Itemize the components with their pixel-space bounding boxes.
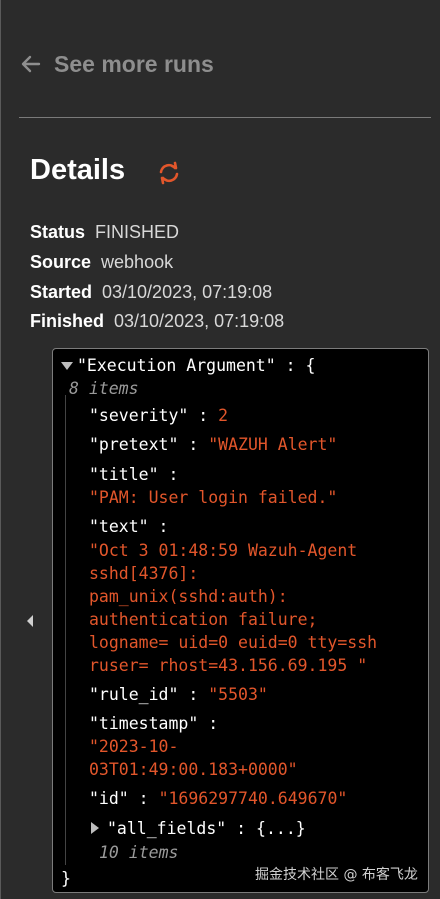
arrow-left-icon — [20, 53, 42, 75]
started-key: Started — [30, 282, 93, 302]
json-value-text-line: sshd[4376]: — [89, 564, 199, 583]
json-collapsed-value: {...} — [256, 819, 306, 838]
json-entry-all-fields[interactable]: "all_fields" : {...} — [107, 819, 306, 838]
source-value: webhook — [101, 252, 174, 272]
json-entry-rule-id: "rule_id" : "5503" — [89, 685, 268, 704]
json-entry-severity: "severity" : 2 — [89, 406, 229, 425]
refresh-icon[interactable] — [156, 160, 182, 186]
status-row: Status FINISHED — [30, 222, 179, 243]
finished-row: Finished 03/10/2023, 07:19:08 — [30, 311, 284, 332]
json-key: "rule_id" — [89, 685, 179, 704]
json-root-count: 8 items — [69, 379, 139, 398]
started-row: Started 03/10/2023, 07:19:08 — [30, 282, 272, 303]
json-key: "severity" — [89, 406, 189, 425]
json-key: "timestamp" — [89, 714, 199, 733]
json-entry-id: "id" : "1696297740.649670" — [89, 789, 348, 808]
json-all-fields-count: 10 items — [99, 843, 179, 862]
started-value: 03/10/2023, 07:19:08 — [102, 282, 273, 302]
expand-caret-icon[interactable] — [61, 362, 73, 370]
json-value: "1696297740.649670" — [158, 789, 348, 808]
json-value: 2 — [218, 406, 229, 425]
json-value-timestamp-line: 03T01:49:00.183+0000" — [89, 760, 298, 779]
see-more-runs-link[interactable]: See more runs — [20, 46, 214, 82]
json-entry-pretext: "pretext" : "WAZUH Alert" — [89, 435, 338, 454]
json-viewer: "Execution Argument" : { 8 items "severi… — [52, 348, 429, 893]
status-value: FINISHED — [95, 222, 180, 242]
json-value-timestamp-line: "2023-10- — [89, 737, 179, 756]
json-value-text-line: pam_unix(sshd:auth): — [89, 587, 288, 606]
caret-left-icon[interactable] — [25, 614, 35, 628]
json-close-brace: } — [61, 869, 71, 888]
json-entry-title: "title" : — [89, 465, 179, 484]
status-key: Status — [30, 222, 86, 242]
json-entry-text: "text" : — [89, 517, 169, 536]
json-root-key: "Execution Argument" — [77, 356, 276, 375]
source-row: Source webhook — [30, 252, 173, 273]
divider — [19, 117, 431, 118]
expand-caret-icon[interactable] — [91, 822, 99, 834]
watermark: 掘金技术社区 @ 布客飞龙 — [255, 867, 418, 883]
json-key: "pretext" — [89, 435, 179, 454]
json-value: "WAZUH Alert" — [208, 435, 338, 454]
json-entry-timestamp: "timestamp" : — [89, 714, 219, 733]
json-key: "id" — [89, 789, 129, 808]
json-key: "title" — [89, 465, 159, 484]
json-value-text-line: "Oct 3 01:48:59 Wazuh-Agent — [89, 541, 358, 560]
json-value-text-line: logname= uid=0 euid=0 tty=ssh — [89, 633, 378, 652]
see-more-runs-label: See more runs — [54, 50, 214, 77]
json-key: "all_fields" — [107, 819, 227, 838]
json-value: "5503" — [208, 685, 268, 704]
details-title: Details — [30, 154, 126, 186]
json-key: "text" — [89, 517, 149, 536]
json-root-line: "Execution Argument" : { — [77, 356, 316, 375]
json-value-title: "PAM: User login failed." — [89, 488, 338, 507]
source-key: Source — [30, 252, 92, 272]
indent-guide — [65, 395, 66, 865]
json-value-text-line: ruser= rhost=43.156.69.195 " — [89, 656, 368, 675]
json-value-text-line: authentication failure; — [89, 610, 318, 629]
finished-value: 03/10/2023, 07:19:08 — [114, 311, 285, 331]
left-border — [0, 0, 1, 899]
finished-key: Finished — [30, 311, 105, 331]
